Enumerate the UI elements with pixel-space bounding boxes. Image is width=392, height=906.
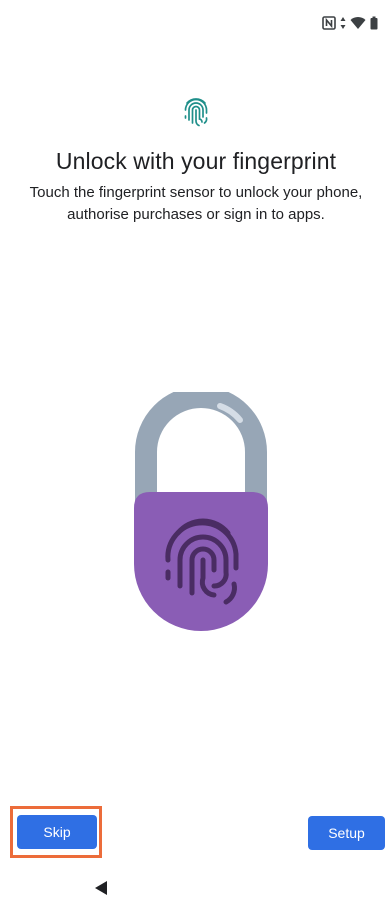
nfc-icon [322, 16, 336, 30]
setup-button[interactable]: Setup [308, 816, 385, 850]
status-bar [322, 14, 378, 32]
fingerprint-icon [184, 98, 208, 127]
fingerprint-setup-screen: Unlock with your fingerprint Touch the f… [0, 0, 392, 906]
page-title: Unlock with your fingerprint [55, 148, 337, 174]
battery-icon [370, 16, 378, 30]
wifi-icon [350, 17, 366, 29]
back-triangle-icon[interactable] [94, 880, 108, 896]
page-subtitle: Touch the fingerprint sensor to unlock y… [29, 184, 363, 223]
skip-button[interactable]: Skip [17, 815, 97, 849]
padlock-fingerprint-icon [134, 392, 268, 631]
data-arrows-icon [340, 17, 346, 29]
